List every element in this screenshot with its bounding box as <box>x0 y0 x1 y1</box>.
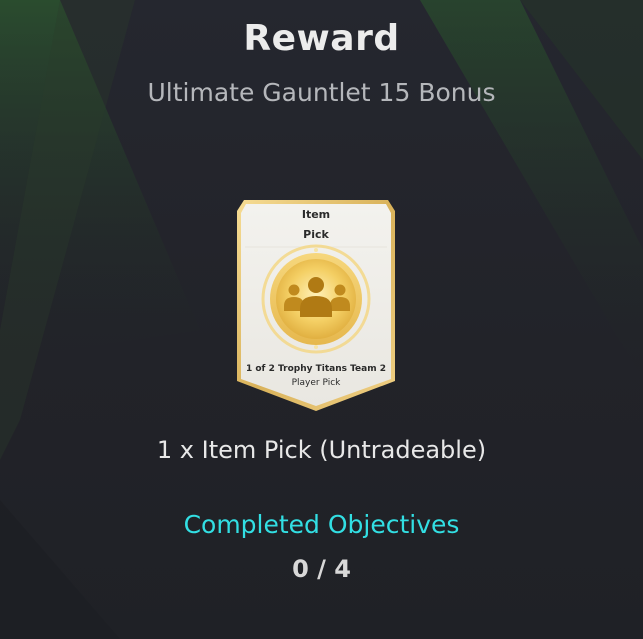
card-description-line2: Player Pick <box>291 378 341 388</box>
card-description-line1: 1 of 2 Trophy Titans Team 2 <box>245 364 387 374</box>
card-title-line1: Item <box>301 208 331 221</box>
reward-card[interactable]: Item Pick 1 of 2 Trophy Titans Team 2 Pl… <box>236 199 396 412</box>
page-title: Reward <box>243 18 400 59</box>
card-title-line2: Pick <box>303 228 329 241</box>
reward-description: 1 x Item Pick (Untradeable) <box>156 436 487 464</box>
objectives-progress-count: 0 / 4 <box>292 555 351 583</box>
completed-objectives-label: Completed Objectives <box>183 510 460 539</box>
page-subtitle: Ultimate Gauntlet 15 Bonus <box>147 78 496 107</box>
